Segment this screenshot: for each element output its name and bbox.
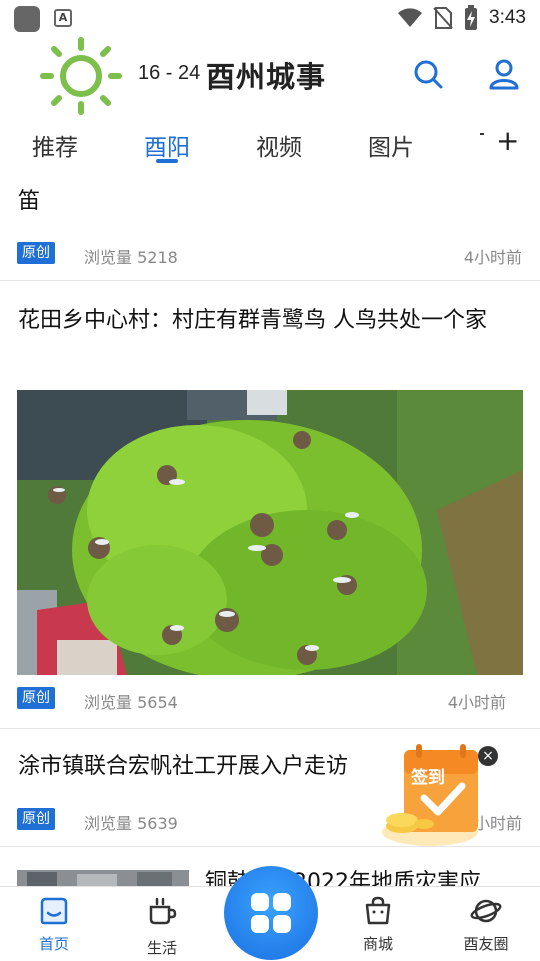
publish-time: 4小时前 xyxy=(447,693,506,712)
publish-time: 4小时前 xyxy=(463,248,522,267)
user-icon[interactable] xyxy=(486,56,522,92)
nav-mall-label: 商城 xyxy=(362,935,393,953)
nav-life-label: 生活 xyxy=(146,939,177,957)
close-icon[interactable]: × xyxy=(478,746,498,766)
status-bar: A 3:43 xyxy=(0,0,540,36)
original-badge: 原创 xyxy=(17,687,55,709)
wifi-icon xyxy=(398,8,423,27)
signin-label: 签到 xyxy=(411,768,445,788)
list-item[interactable]: 笛 原创 浏览量 5218 4小时前 xyxy=(0,172,540,281)
nav-life[interactable]: 生活 xyxy=(122,887,202,961)
view-count: 浏览量 5654 xyxy=(84,693,178,712)
tab-pictures[interactable]: 图片 xyxy=(368,128,414,162)
battery-charging-icon xyxy=(465,5,478,30)
article-title[interactable]: 花田乡中心村：村庄有群青鹭鸟 人鸟共处一个家 xyxy=(18,305,518,337)
brand-logo-text: 酉州城事 xyxy=(206,60,327,94)
view-count: 浏览量 5218 xyxy=(84,248,178,267)
add-channel-icon[interactable]: + xyxy=(496,124,519,157)
nav-home-label: 首页 xyxy=(38,935,69,953)
app-notification-icon xyxy=(14,6,40,32)
home-icon xyxy=(40,897,68,925)
view-count: 浏览量 5639 xyxy=(84,814,178,833)
active-tab-indicator xyxy=(156,159,178,163)
tab-youyang[interactable]: 酉阳 xyxy=(144,128,190,162)
tab-overflow-fragment xyxy=(480,133,484,135)
nav-home[interactable]: 首页 xyxy=(14,887,94,961)
sun-weather-icon[interactable] xyxy=(40,36,122,116)
tab-recommend[interactable]: 推荐 xyxy=(32,128,78,162)
temperature-range: 16 - 24 xyxy=(138,62,201,84)
nav-community-label: 酉友圈 xyxy=(463,935,509,953)
center-apps-button[interactable] xyxy=(224,866,318,960)
shopping-bag-icon xyxy=(365,896,391,925)
app-header: 16 - 24 酉州城事 xyxy=(0,36,540,116)
nav-mall[interactable]: 商城 xyxy=(338,887,418,961)
clock: 3:43 xyxy=(489,7,526,28)
article-title[interactable]: 笛 xyxy=(18,186,40,218)
tab-video[interactable]: 视频 xyxy=(256,128,302,162)
article-photo[interactable] xyxy=(17,390,523,675)
article-thumbnail[interactable] xyxy=(17,870,189,887)
no-sim-icon xyxy=(433,7,453,29)
article-title[interactable]: 涂市镇联合宏帆社工开展入户走访 xyxy=(18,751,348,783)
keyboard-a-icon: A xyxy=(54,9,72,27)
list-item[interactable]: 花田乡中心村：村庄有群青鹭鸟 人鸟共处一个家 原创 浏览量 5654 4小时前 xyxy=(0,281,540,729)
status-icons: 3:43 xyxy=(397,4,526,32)
channel-tabs: 推荐 酉阳 视频 图片 + xyxy=(0,118,540,170)
nav-community[interactable]: 酉友圈 xyxy=(446,887,526,961)
planet-icon xyxy=(470,899,502,923)
original-badge: 原创 xyxy=(17,808,55,830)
search-icon[interactable] xyxy=(410,56,446,92)
coffee-cup-icon xyxy=(149,897,177,925)
apps-grid-icon xyxy=(251,893,291,933)
original-badge: 原创 xyxy=(17,242,55,264)
